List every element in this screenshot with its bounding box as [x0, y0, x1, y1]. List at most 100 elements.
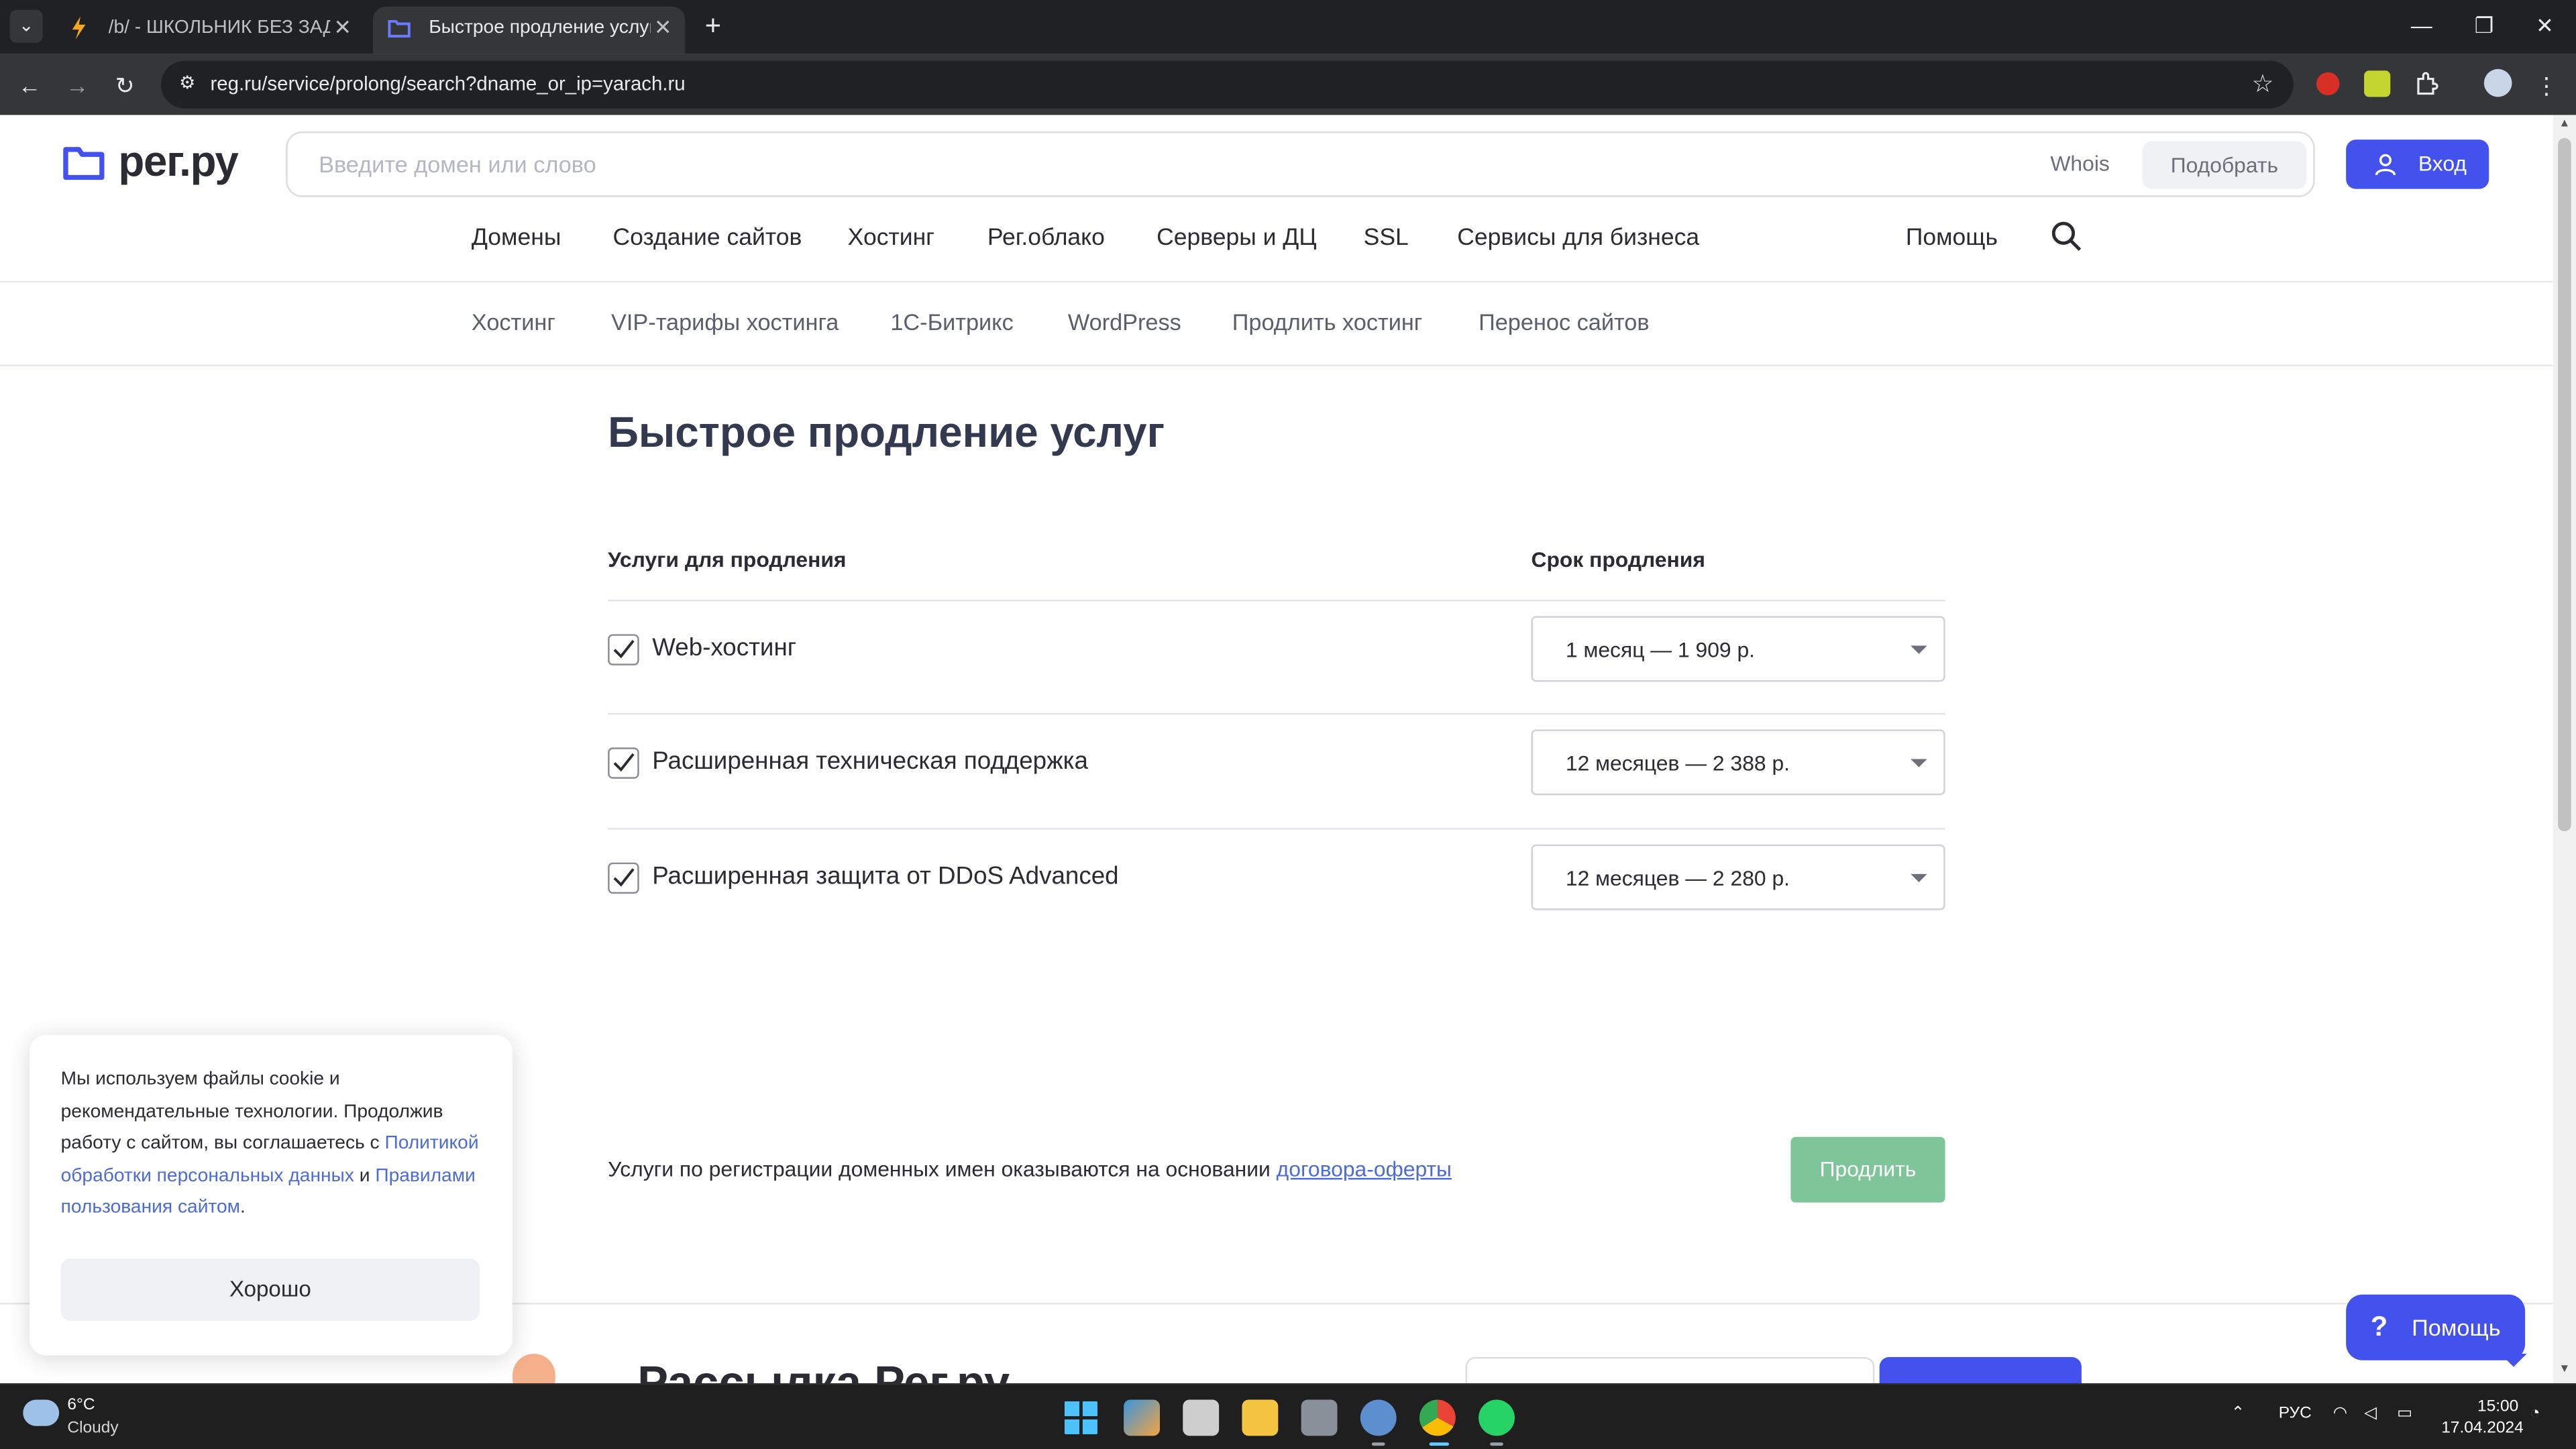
system-clock[interactable]: 15:00 17.04.2024 [2441, 1397, 2524, 1440]
tab-2-close-icon[interactable]: ✕ [654, 7, 672, 50]
subnav-hosting[interactable]: Хостинг [472, 309, 555, 335]
folder-logo-icon [63, 147, 105, 180]
service-checkbox[interactable] [608, 862, 639, 894]
cookie-accept-button[interactable]: Хорошо [60, 1258, 480, 1321]
folder-icon [388, 19, 411, 38]
new-tab-button[interactable]: + [696, 7, 729, 46]
browser-toolbar: ← → ↻ ⚙ reg.ru/service/prolong/search?dn… [0, 54, 2576, 115]
notification-bell-icon[interactable]: ◔ [2530, 1405, 2540, 1423]
domain-search-field[interactable]: Введите домен или слово Whois Подобрать [286, 131, 2315, 197]
weather-condition[interactable]: Cloudy [67, 1419, 118, 1438]
whatsapp-icon[interactable] [1479, 1399, 1515, 1436]
offer-link[interactable]: договора-оферты [1277, 1157, 1452, 1181]
scrollbar-thumb[interactable] [2558, 138, 2571, 832]
forward-button[interactable]: → [59, 67, 95, 103]
tab-1-close-icon[interactable]: ✕ [333, 7, 352, 50]
restore-button[interactable]: ❐ [2459, 10, 2508, 43]
tab-search-button[interactable]: ⌄ [9, 9, 43, 43]
newsletter-email-input[interactable] [1465, 1356, 1875, 1384]
bookmark-star-icon[interactable]: ☆ [2251, 69, 2273, 99]
subnav-bitrix[interactable]: 1С-Битрикс [890, 309, 1013, 335]
address-bar[interactable]: ⚙ reg.ru/service/prolong/search?dname_or… [161, 60, 2294, 109]
pick-domain-button[interactable]: Подобрать [2142, 141, 2307, 189]
newsletter-subscribe-button[interactable] [1879, 1356, 2082, 1384]
subnav-divider [0, 364, 2553, 367]
browser-menu-icon[interactable]: ⋮ [2528, 67, 2565, 103]
profile-avatar[interactable] [2483, 68, 2512, 97]
copilot-icon[interactable] [1124, 1399, 1160, 1436]
help-chat-button[interactable]: ? Помощь [2346, 1294, 2527, 1367]
windows-start-icon[interactable] [1063, 1400, 1099, 1436]
tab-1[interactable]: /b/ - ШКОЛЬНИК БЕЗ ЗАДНЕ ✕ [52, 7, 364, 54]
volume-icon[interactable]: ◁ [2364, 1405, 2377, 1423]
service-row: Расширенная защита от DDoS Advanced 12 м… [608, 828, 1945, 943]
service-label: Расширенная техническая поддержка [652, 747, 1089, 775]
nav-cloud[interactable]: Рег.облако [987, 225, 1105, 252]
period-select[interactable]: 12 месяцев — 2 280 р. [1531, 844, 1945, 910]
windows-taskbar: 6°C Cloudy ⌃ РУС ◠ ◁ ▭ 15:00 17.04.2024 … [0, 1383, 2576, 1449]
tray-chevron-up-icon[interactable]: ⌃ [2231, 1405, 2245, 1423]
period-value: 1 месяц — 1 909 р. [1565, 637, 1756, 662]
period-select[interactable]: 1 месяц — 1 909 р. [1531, 616, 1945, 682]
nav-hosting[interactable]: Хостинг [848, 225, 934, 252]
file-explorer-icon[interactable] [1242, 1399, 1279, 1436]
service-checkbox[interactable] [608, 747, 639, 779]
extension-red-icon[interactable] [2316, 72, 2340, 96]
cookie-text-2: и [354, 1166, 376, 1186]
back-button[interactable]: ← [11, 67, 48, 103]
scroll-up-icon[interactable]: ▲ [2558, 118, 2571, 131]
chrome-icon[interactable] [1419, 1399, 1456, 1436]
cookie-banner: Мы используем файлы cookie и рекомендате… [30, 1034, 513, 1356]
subnav-vip-hosting[interactable]: VIP-тарифы хостинга [611, 309, 839, 335]
subnav-renew-hosting[interactable]: Продлить хостинг [1232, 309, 1423, 335]
search-icon[interactable] [2050, 220, 2083, 253]
nav-ssl[interactable]: SSL [1364, 225, 1409, 252]
period-value: 12 месяцев — 2 280 р. [1565, 865, 1790, 891]
weather-temperature[interactable]: 6°C [67, 1397, 95, 1415]
extensions-puzzle-icon[interactable] [2414, 70, 2440, 97]
service-row: Web-хостинг 1 месяц — 1 909 р. [608, 600, 1945, 714]
service-row: Расширенная техническая поддержка 12 мес… [608, 713, 1945, 828]
subnav-wordpress[interactable]: WordPress [1068, 309, 1181, 335]
chat-bubble-tail [2500, 1353, 2527, 1367]
page-scrollbar[interactable]: ▲ ▼ [2553, 115, 2576, 1384]
sub-nav: Хостинг VIP-тарифы хостинга 1С-Битрикс W… [0, 282, 2553, 364]
site-info-icon[interactable]: ⚙ [174, 70, 201, 97]
subnav-site-transfer[interactable]: Перенос сайтов [1479, 309, 1650, 335]
cookie-text-3: . [240, 1198, 246, 1218]
extension-yellow-icon[interactable] [2364, 70, 2391, 97]
login-button[interactable]: Вход [2346, 140, 2489, 189]
minimize-button[interactable]: — [2397, 10, 2446, 43]
whois-link[interactable]: Whois [2050, 151, 2109, 176]
check-icon [613, 639, 635, 659]
input-language[interactable]: РУС [2279, 1405, 2312, 1423]
store-icon[interactable] [1301, 1399, 1338, 1436]
scroll-down-icon[interactable]: ▼ [2558, 1364, 2571, 1377]
task-view-icon[interactable] [1183, 1399, 1220, 1436]
reload-button[interactable]: ↻ [107, 67, 143, 103]
service-label: Расширенная защита от DDoS Advanced [652, 862, 1119, 891]
media-app-icon[interactable] [1360, 1399, 1397, 1436]
renew-button[interactable]: Продлить [1790, 1136, 1945, 1203]
check-icon [613, 868, 635, 887]
check-icon [613, 753, 635, 772]
wifi-icon[interactable]: ◠ [2333, 1405, 2347, 1423]
nav-business[interactable]: Сервисы для бизнеса [1457, 225, 1699, 252]
url-text[interactable]: reg.ru/service/prolong/search?dname_or_i… [210, 72, 685, 95]
nav-domains[interactable]: Домены [472, 225, 561, 252]
period-select[interactable]: 12 месяцев — 2 388 р. [1531, 729, 1945, 796]
tab-1-title: /b/ - ШКОЛЬНИК БЕЗ ЗАДНЕ [108, 17, 331, 38]
nav-help[interactable]: Помощь [1906, 225, 1998, 252]
lightning-icon [72, 16, 86, 40]
close-window-button[interactable]: ✕ [2520, 10, 2569, 43]
nav-servers[interactable]: Серверы и ДЦ [1157, 225, 1317, 252]
battery-icon[interactable]: ▭ [2397, 1405, 2412, 1423]
nav-site-builder[interactable]: Создание сайтов [612, 225, 802, 252]
service-checkbox[interactable] [608, 634, 639, 665]
tab-2-active[interactable]: Быстрое продление услуг | Рег.ру ✕ [372, 6, 686, 54]
services-column-header: Услуги для продления [608, 547, 847, 572]
question-mark-icon: ? [2370, 1311, 2388, 1342]
offer-text: Услуги по регистрации доменных имен оказ… [608, 1157, 1452, 1181]
offer-text-body: Услуги по регистрации доменных имен оказ… [608, 1157, 1277, 1181]
cloud-icon[interactable] [23, 1399, 60, 1426]
